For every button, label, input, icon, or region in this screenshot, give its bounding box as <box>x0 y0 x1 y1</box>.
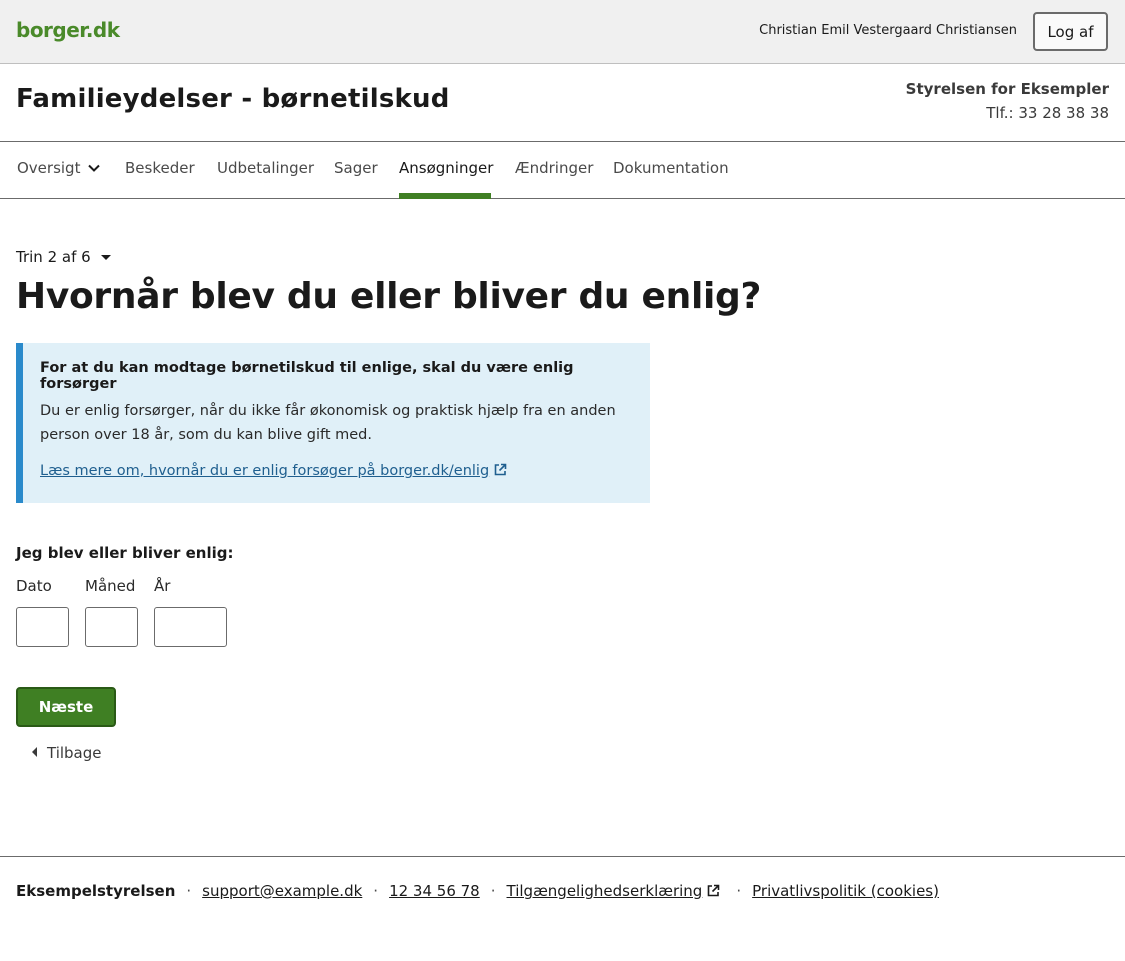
logout-button[interactable]: Log af <box>1033 12 1108 51</box>
main-navigation: Oversigt Beskeder Udbetalinger Sager Ans… <box>0 142 1125 199</box>
month-input[interactable] <box>85 607 138 647</box>
nav-item-label: Oversigt <box>17 159 81 177</box>
footer-separator: · <box>736 882 742 900</box>
info-title: For at du kan modtage børnetilskud til e… <box>40 360 574 392</box>
page-footer: Eksempelstyrelsen · support@example.dk · 12 … <box>0 856 1125 961</box>
next-button[interactable]: Næste <box>16 687 116 727</box>
question-heading: Hvornår blev du eller bliver du enlig? <box>16 276 762 317</box>
footer-privacy-link[interactable]: Privatlivspolitik (cookies) <box>752 882 939 900</box>
nav-item-udbetalinger[interactable]: Udbetalinger <box>217 142 314 198</box>
borger-logo[interactable]: borger.dk <box>16 18 120 42</box>
year-label: År <box>154 577 171 595</box>
month-label: Måned <box>85 577 136 595</box>
external-link-icon <box>494 463 507 476</box>
footer-accessibility-link[interactable]: Tilgængelighedserklæring <box>507 882 721 900</box>
page-title: Familieydelser - børnetilskud <box>16 84 450 114</box>
footer-separator: · <box>490 882 496 900</box>
back-link[interactable]: Tilbage <box>32 744 102 762</box>
nav-item-aendringer[interactable]: Ændringer <box>515 142 593 198</box>
info-link-label: Læs mere om, hvornår du er enlig forsøge… <box>40 463 490 479</box>
footer-org: Eksempelstyrelsen <box>16 882 176 900</box>
footer-row: Eksempelstyrelsen · support@example.dk · 12 … <box>16 882 939 900</box>
org-name: Styrelsen for Eksempler <box>905 80 1109 98</box>
nav-item-dokumentation[interactable]: Dokumentation <box>613 142 729 198</box>
step-indicator[interactable]: Trin 2 af 6 <box>16 248 111 266</box>
user-name: Christian Emil Vestergaard Christiansen <box>759 23 1017 38</box>
day-input[interactable] <box>16 607 69 647</box>
nav-item-ansogninger[interactable]: Ansøgninger <box>399 142 493 199</box>
year-input[interactable] <box>154 607 227 647</box>
nav-item-sager[interactable]: Sager <box>334 142 378 198</box>
top-bar: borger.dk Christian Emil Vestergaard Chr… <box>0 0 1125 64</box>
footer-separator: · <box>373 882 379 900</box>
date-field-label: Jeg blev eller bliver enlig: <box>16 544 234 562</box>
chevron-down-icon <box>88 164 101 172</box>
page-header: Familieydelser - børnetilskud Styrelsen … <box>0 64 1125 142</box>
caret-down-icon <box>100 255 111 260</box>
external-link-icon <box>708 884 720 896</box>
nav-item-beskeder[interactable]: Beskeder <box>125 142 195 198</box>
info-link[interactable]: Læs mere om, hvornår du er enlig forsøge… <box>40 463 507 479</box>
footer-accessibility-label: Tilgængelighedserklæring <box>506 882 703 900</box>
caret-left-icon <box>32 747 37 757</box>
footer-email-link[interactable]: support@example.dk <box>202 882 362 900</box>
info-body: Du er enlig forsørger, når du ikke får ø… <box>40 403 616 443</box>
day-label: Dato <box>16 577 52 595</box>
footer-separator: · <box>186 882 192 900</box>
footer-phone-link[interactable]: 12 34 56 78 <box>389 882 480 900</box>
org-phone: Tlf.: 33 28 38 38 <box>986 104 1109 122</box>
info-box: For at du kan modtage børnetilskud til e… <box>16 343 650 503</box>
back-label: Tilbage <box>47 744 102 762</box>
step-label: Trin 2 af 6 <box>16 248 91 266</box>
nav-item-oversigt[interactable]: Oversigt <box>17 142 101 198</box>
